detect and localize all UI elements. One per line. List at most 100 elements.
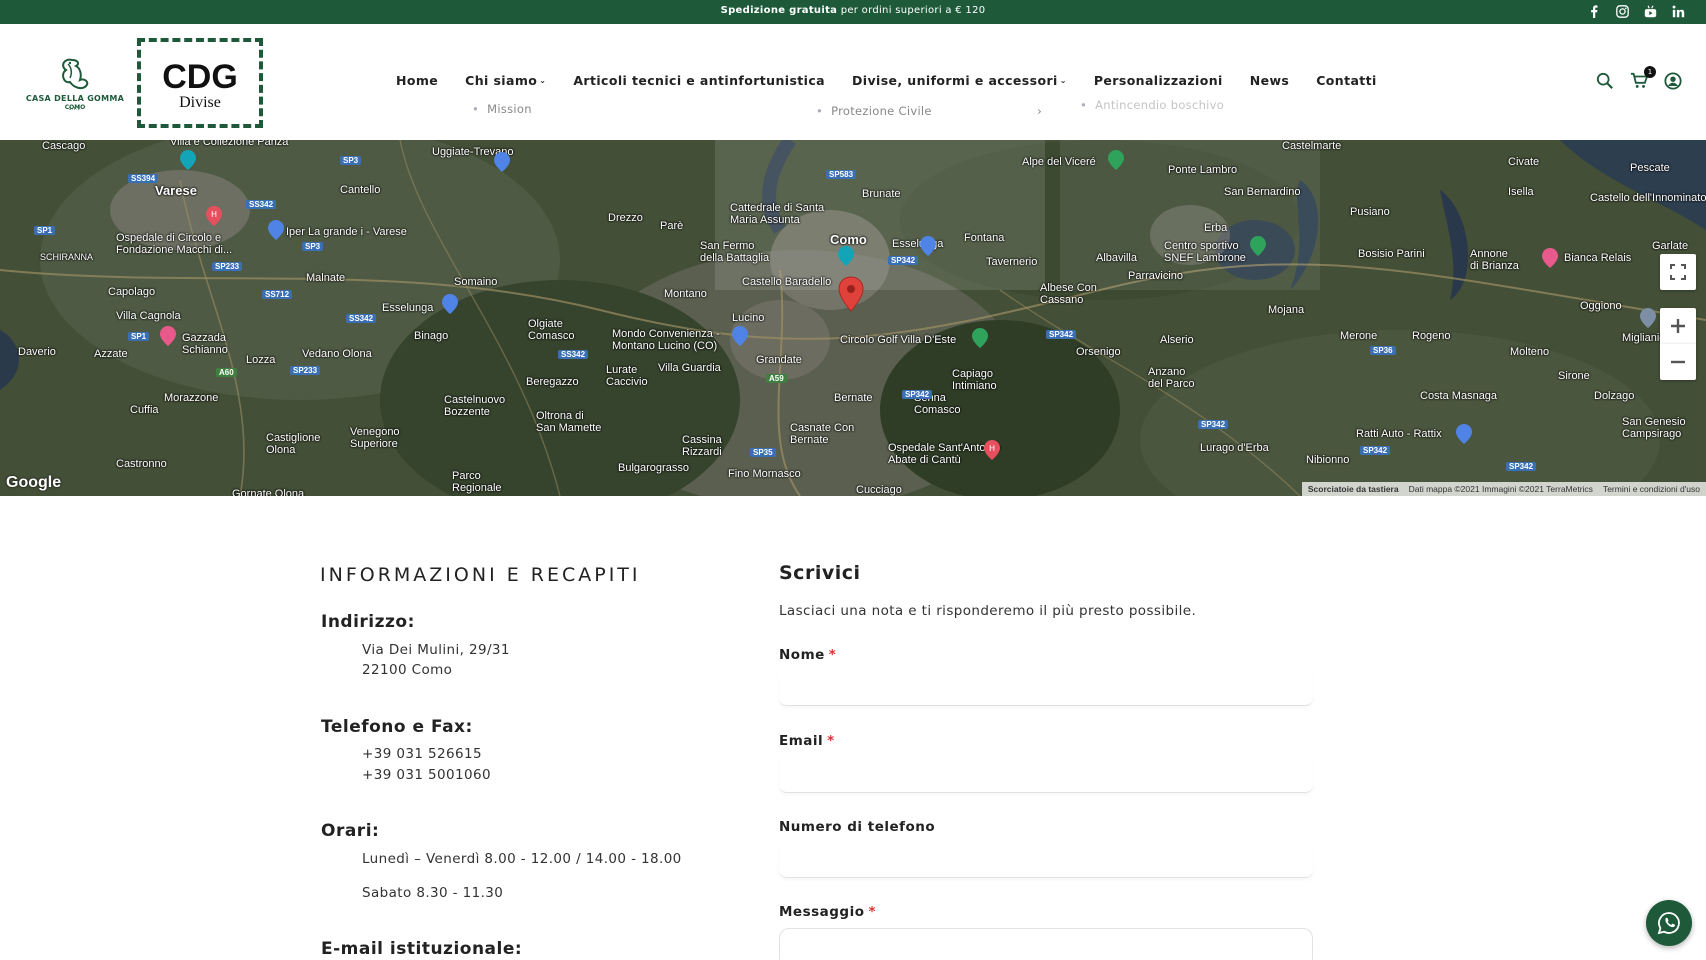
map-label: Capolago	[108, 286, 156, 298]
facebook-icon[interactable]	[1586, 3, 1602, 19]
message-label-text: Messaggio	[779, 904, 865, 920]
zoom-in-button[interactable]	[1660, 308, 1696, 344]
map-label: Erba	[1204, 222, 1228, 234]
submenu-item-mission[interactable]: • Mission	[472, 102, 532, 116]
phone-input[interactable]	[779, 844, 1313, 878]
terms-link[interactable]: Termini e condizioni d'uso	[1603, 484, 1700, 494]
map-label: Vedano Olona	[302, 348, 372, 360]
submenu-item-protezione-civile[interactable]: • Protezione Civile ›	[816, 104, 1042, 118]
casa-logo-city: COMO	[64, 104, 86, 111]
map-label: Pescate	[1630, 162, 1670, 174]
phone-number[interactable]: +39 031 526615	[362, 746, 482, 762]
shop-pin-icon[interactable]	[494, 152, 510, 172]
map-label: Somaino	[454, 276, 498, 288]
fullscreen-button[interactable]	[1660, 254, 1696, 290]
fax-number[interactable]: +39 031 5001060	[362, 767, 491, 783]
map-label: Lozza	[246, 354, 276, 366]
whatsapp-button[interactable]	[1646, 900, 1692, 946]
shop-pin-icon[interactable]	[732, 326, 748, 346]
nav-home[interactable]: Home	[396, 73, 438, 88]
map-data-credit: Dati mappa ©2021 Immagini ©2021 TerraMet…	[1408, 484, 1593, 494]
map-label: Castronno	[116, 458, 167, 470]
shop-pin-icon[interactable]	[268, 220, 284, 240]
email-heading: E-mail istituzionale:	[321, 939, 523, 959]
name-input[interactable]	[779, 672, 1313, 706]
road-marker: SP342	[1198, 420, 1229, 429]
nav-chi-siamo[interactable]: Chi siamo ⌄	[465, 73, 546, 88]
message-textarea[interactable]	[779, 928, 1313, 960]
linkedin-icon[interactable]	[1670, 3, 1686, 19]
location-pin-icon[interactable]	[838, 276, 864, 312]
shop-pin-icon[interactable]	[920, 236, 936, 256]
address-line-1: Via Dei Mulini, 29/31	[362, 642, 510, 658]
instagram-icon[interactable]	[1614, 3, 1630, 19]
header-actions: 1	[1596, 66, 1684, 92]
bullet-icon: •	[816, 104, 824, 118]
map-label: Daverio	[18, 346, 56, 358]
nav-articoli-tecnici[interactable]: Articoli tecnici e antinfortunistica	[573, 73, 825, 88]
cdg-logo-big: CDG	[162, 58, 238, 96]
shop-pin-icon[interactable]	[442, 294, 458, 314]
road-marker: A60	[216, 368, 237, 377]
nav-divise[interactable]: Divise, uniformi e accessori ⌄	[852, 73, 1067, 88]
google-logo: Google	[6, 474, 62, 491]
golf-pin-icon[interactable]	[972, 328, 988, 348]
submenu-item-antincendio[interactable]: • Antincendio boschivo	[1080, 98, 1224, 112]
plus-icon	[1671, 319, 1685, 333]
cdg-divise-logo[interactable]: CDG Divise	[137, 38, 263, 128]
svg-text:H: H	[211, 210, 217, 219]
social-links	[1586, 3, 1686, 19]
nav-personalizzazioni[interactable]: Personalizzazioni	[1094, 73, 1223, 88]
park-pin-icon[interactable]	[1250, 236, 1266, 256]
site-header: CASA DELLA GOMMA s.r.l. COMO CDG Divise …	[0, 24, 1706, 140]
email-input[interactable]	[779, 759, 1313, 793]
address-line-2: 22100 Como	[362, 662, 453, 678]
road-marker: SP342	[902, 390, 933, 399]
map-label: Malnate	[306, 272, 346, 284]
youtube-icon[interactable]	[1642, 3, 1658, 19]
transit-pin-icon[interactable]	[838, 246, 854, 266]
park-pin-icon[interactable]	[1108, 150, 1124, 170]
road-marker: SS394	[128, 174, 159, 183]
nav-home-label: Home	[396, 73, 439, 88]
museum-pin-icon[interactable]	[180, 150, 196, 170]
hotel-pin-icon[interactable]	[1542, 248, 1558, 268]
top-bar: Spedizione gratuita per ordini superiori…	[0, 0, 1706, 24]
map-label: Ponte Lambro	[1168, 164, 1238, 176]
cart-icon[interactable]: 1	[1630, 66, 1656, 92]
main-nav: Home Chi siamo ⌄ Articoli tecnici e antin…	[396, 73, 1404, 88]
google-map[interactable]: Cascago Villa e Collezione Panza Uggiate…	[0, 140, 1706, 496]
hours-weekdays: Lunedì – Venerdì 8.00 - 12.00 / 14.00 - …	[362, 851, 682, 867]
hospital-pin-icon[interactable]: H	[206, 206, 222, 226]
map-label: Cattedrale di Santa Maria Assunta	[730, 202, 825, 226]
minus-icon	[1671, 360, 1685, 364]
nav-divise-label: Divise, uniformi e accessori	[852, 73, 1058, 88]
map-label: Villa Guardia	[658, 362, 721, 374]
name-label-text: Nome	[779, 647, 825, 663]
hospital-pin-icon[interactable]: H	[984, 440, 1000, 460]
hotel-pin-icon[interactable]	[160, 326, 176, 346]
place-pin-icon[interactable]	[1640, 308, 1656, 328]
road-marker: SS712	[262, 290, 293, 299]
map-label: Tavernerio	[986, 256, 1038, 268]
map-label: Centro sportivo SNEF Lambrone	[1164, 240, 1246, 264]
promo-bold: Spedizione gratuita	[720, 5, 838, 16]
nav-news[interactable]: News	[1250, 73, 1290, 88]
keyboard-shortcuts-link[interactable]: Scorciatoie da tastiera	[1308, 484, 1399, 494]
map-label: Costa Masnaga	[1420, 390, 1498, 402]
search-icon[interactable]	[1596, 72, 1616, 92]
road-marker: SS342	[346, 314, 377, 323]
map-label: Villa Cagnola	[116, 310, 181, 322]
address-heading: Indirizzo:	[321, 612, 415, 632]
shop-pin-icon[interactable]	[1456, 424, 1472, 444]
zoom-out-button[interactable]	[1660, 344, 1696, 380]
phone-heading: Telefono e Fax:	[321, 717, 473, 737]
hours-saturday: Sabato 8.30 - 11.30	[362, 885, 504, 901]
map-label: Ospedale di Circolo e Fondazione Macchi …	[116, 232, 233, 256]
map-label: Gazzada Schianno	[182, 332, 228, 356]
nav-contatti[interactable]: Contatti	[1316, 73, 1377, 88]
map-label: Parco Regionale	[452, 470, 502, 494]
map-label: SCHIRANNA	[40, 252, 94, 262]
account-icon[interactable]	[1664, 72, 1684, 92]
map-label: Iper La grande i - Varese	[286, 226, 407, 238]
